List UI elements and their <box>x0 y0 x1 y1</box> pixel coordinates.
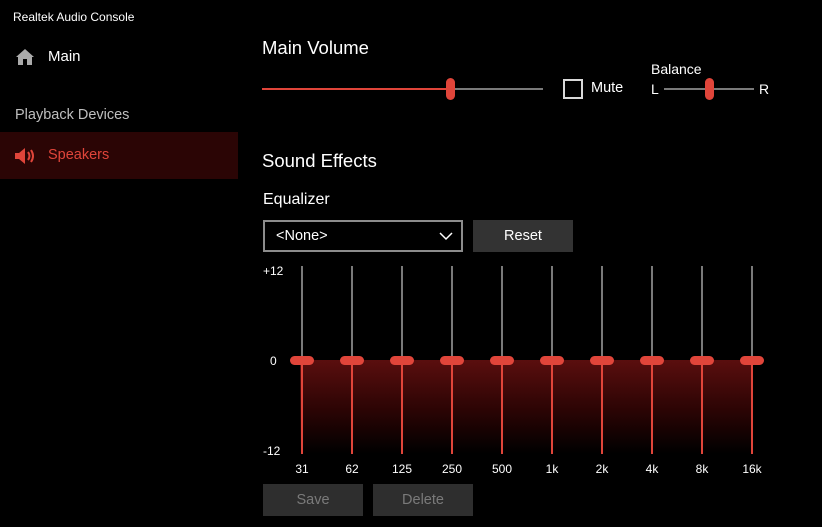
eq-band-label: 31 <box>295 462 309 476</box>
section-label-playback-devices: Playback Devices <box>15 107 130 123</box>
eq-band-thumb[interactable] <box>490 356 514 365</box>
sidebar-item-label: Main <box>48 48 81 65</box>
slider-thumb[interactable] <box>445 78 455 100</box>
eq-band-fill <box>401 360 403 454</box>
eq-band-fill <box>501 360 503 454</box>
eq-band-label: 16k <box>742 462 762 476</box>
window-title: Realtek Audio Console <box>13 10 135 24</box>
reset-button[interactable]: Reset <box>473 220 573 252</box>
speaker-icon <box>15 148 34 164</box>
eq-band-track <box>701 266 703 360</box>
mute-checkbox[interactable] <box>563 79 583 99</box>
eq-band-31[interactable] <box>286 262 318 458</box>
eq-band-fill <box>601 360 603 454</box>
db-min-label: -12 <box>263 444 281 458</box>
eq-band-fill <box>651 360 653 454</box>
eq-band-125[interactable] <box>386 262 418 458</box>
eq-band-thumb[interactable] <box>290 356 314 365</box>
eq-band-label: 1k <box>545 462 559 476</box>
main-volume-heading: Main Volume <box>262 37 369 58</box>
eq-band-label: 4k <box>645 462 659 476</box>
delete-button[interactable]: Delete <box>373 484 473 516</box>
home-icon <box>16 49 34 65</box>
slider-thumb[interactable] <box>704 78 714 100</box>
eq-band-250[interactable] <box>436 262 468 458</box>
sidebar-item-main[interactable]: Main <box>0 38 238 76</box>
eq-band-label: 2k <box>595 462 609 476</box>
eq-band-track <box>501 266 503 360</box>
eq-band-thumb[interactable] <box>390 356 414 365</box>
eq-band-label: 500 <box>491 462 513 476</box>
save-button[interactable]: Save <box>263 484 363 516</box>
balance-label: Balance <box>651 61 702 77</box>
db-max-label: +12 <box>263 264 284 278</box>
sidebar-item-label: Speakers <box>48 147 110 163</box>
slider-fill <box>262 88 450 90</box>
eq-band-label: 8k <box>695 462 709 476</box>
eq-band-track <box>451 266 453 360</box>
eq-band-fill <box>451 360 453 454</box>
main-volume-slider[interactable] <box>262 77 543 101</box>
sidebar-item-speakers[interactable]: Speakers <box>0 132 238 179</box>
chevron-down-icon <box>439 232 453 241</box>
eq-band-track <box>301 266 303 360</box>
eq-band-thumb[interactable] <box>690 356 714 365</box>
eq-band-label: 125 <box>391 462 413 476</box>
eq-band-track <box>551 266 553 360</box>
eq-band-1k[interactable] <box>536 262 568 458</box>
eq-band-track <box>651 266 653 360</box>
equalizer-label: Equalizer <box>263 191 330 208</box>
eq-band-track <box>751 266 753 360</box>
mute-label: Mute <box>591 80 624 96</box>
eq-band-fill <box>351 360 353 454</box>
eq-band-62[interactable] <box>336 262 368 458</box>
eq-band-fill <box>301 360 303 454</box>
balance-left-label: L <box>651 81 659 97</box>
eq-band-label: 62 <box>345 462 359 476</box>
eq-band-thumb[interactable] <box>640 356 664 365</box>
equalizer-preset-select[interactable]: <None> <box>263 220 463 252</box>
preset-value: <None> <box>276 228 328 244</box>
eq-band-thumb[interactable] <box>340 356 364 365</box>
eq-band-track <box>401 266 403 360</box>
balance-slider[interactable] <box>664 77 754 101</box>
eq-band-16k[interactable] <box>736 262 768 458</box>
sound-effects-heading: Sound Effects <box>262 150 377 171</box>
eq-band-fill <box>701 360 703 454</box>
eq-band-4k[interactable] <box>636 262 668 458</box>
eq-band-thumb[interactable] <box>540 356 564 365</box>
eq-band-thumb[interactable] <box>590 356 614 365</box>
eq-band-fill <box>751 360 753 454</box>
eq-band-500[interactable] <box>486 262 518 458</box>
eq-band-fill <box>551 360 553 454</box>
eq-band-track <box>351 266 353 360</box>
eq-band-2k[interactable] <box>586 262 618 458</box>
eq-band-track <box>601 266 603 360</box>
balance-right-label: R <box>759 81 770 97</box>
eq-band-thumb[interactable] <box>740 356 764 365</box>
eq-band-thumb[interactable] <box>440 356 464 365</box>
eq-band-label: 250 <box>441 462 463 476</box>
db-zero-label: 0 <box>270 354 277 368</box>
eq-band-8k[interactable] <box>686 262 718 458</box>
